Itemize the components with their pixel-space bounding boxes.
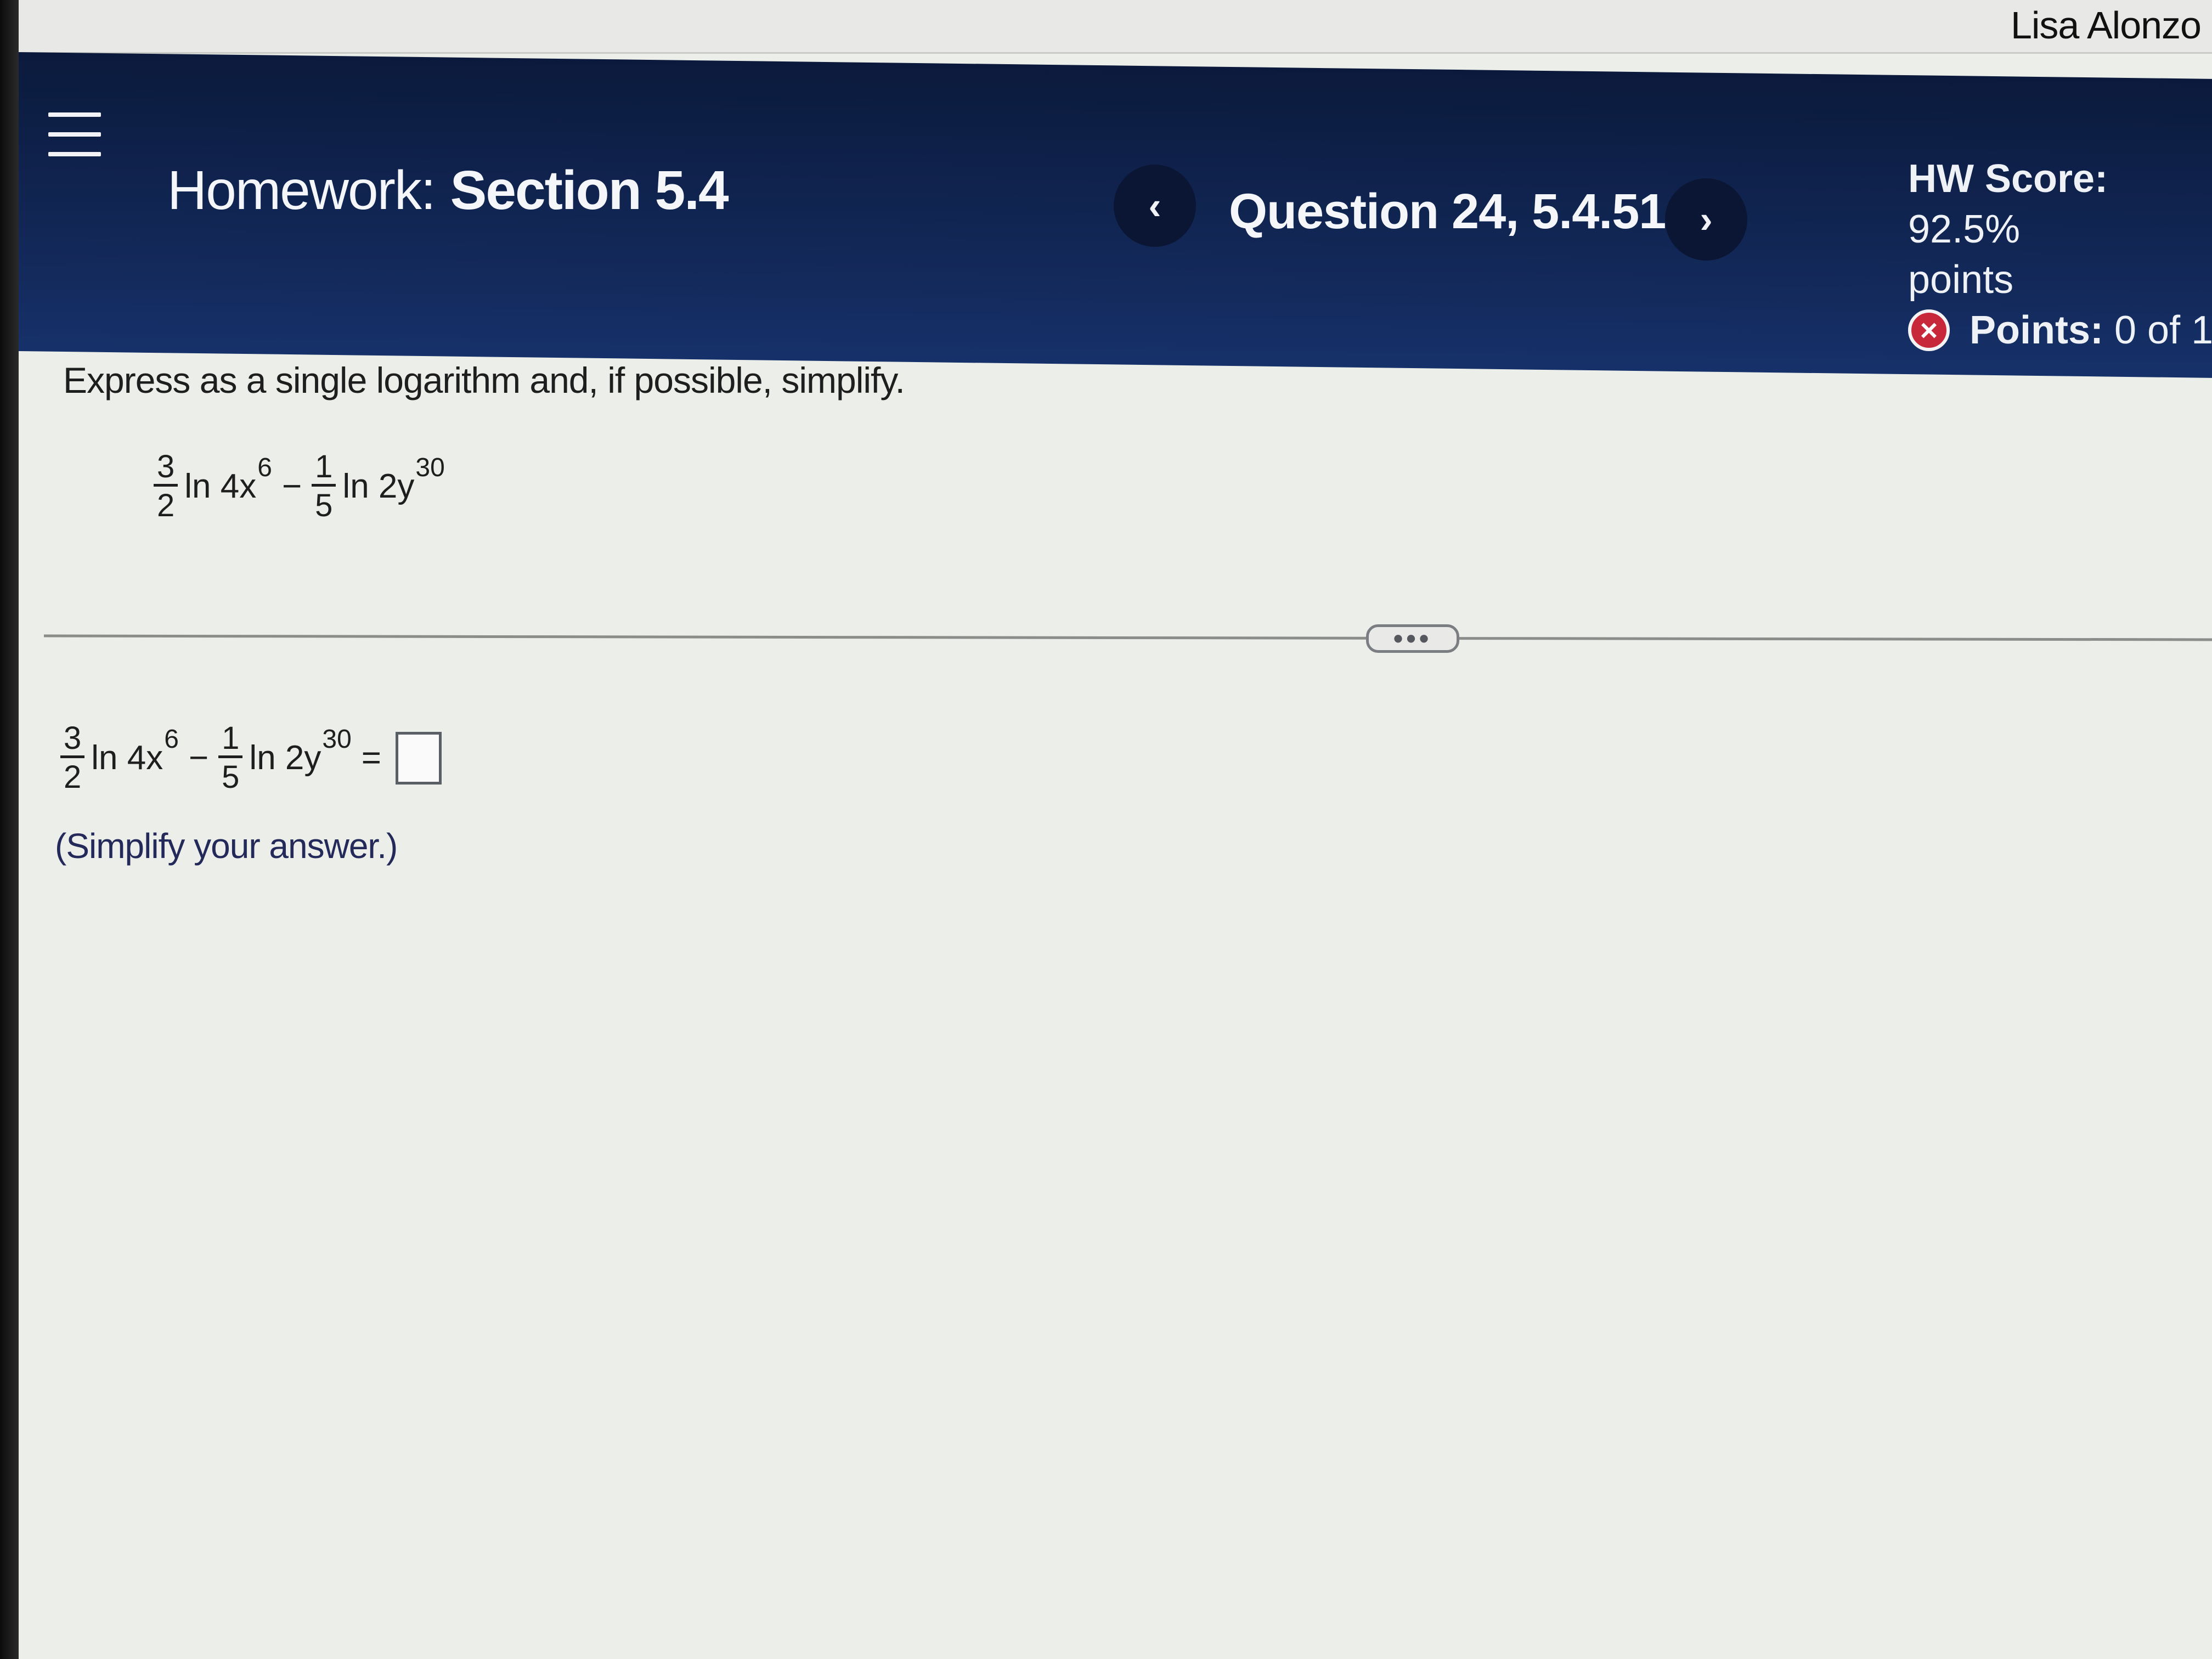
log-term-2: ln 2y 30 xyxy=(249,725,351,777)
fraction-denominator: 5 xyxy=(315,488,333,523)
homework-label: Homework: xyxy=(167,160,436,221)
question-prompt: Express as a single logarithm and, if po… xyxy=(63,360,905,400)
hw-score-value: 92.5% xyxy=(1908,207,2021,251)
equals-sign: = xyxy=(361,739,381,777)
user-name: Lisa Alonzo xyxy=(2010,4,2202,47)
log-argument: ln 2y xyxy=(342,467,415,505)
page-title: Homework: Section 5.4 xyxy=(167,159,729,222)
coefficient-fraction-2: 1 5 xyxy=(312,450,336,523)
score-panel: HW Score: 92.5% points × Points: 0 of 1 xyxy=(1908,154,2212,356)
answer-expression: 3 2 ln 4x 6 − 1 5 ln 2y 30 = xyxy=(60,721,442,794)
exponent: 30 xyxy=(415,453,445,482)
fraction-numerator: 3 xyxy=(154,450,178,487)
chevron-left-icon: ‹ xyxy=(1148,184,1161,227)
points-line: × Points: 0 of 1 xyxy=(1908,305,2212,356)
points-value: 0 of 1 xyxy=(2114,308,2212,352)
log-term-1: ln 4x 6 xyxy=(91,725,179,777)
fraction-numerator: 1 xyxy=(312,450,336,487)
points-word: points xyxy=(1908,258,2014,302)
section-divider xyxy=(43,634,2212,641)
exponent: 6 xyxy=(257,453,272,482)
coefficient-fraction-1: 3 2 xyxy=(154,450,178,523)
fraction-numerator: 1 xyxy=(218,721,243,758)
exponent: 6 xyxy=(164,725,179,754)
screen-bezel xyxy=(0,0,19,1659)
answer-hint: (Simplify your answer.) xyxy=(55,826,398,866)
log-argument: ln 2y xyxy=(249,739,321,777)
incorrect-icon: × xyxy=(1908,309,1950,351)
coefficient-fraction-2: 1 5 xyxy=(218,721,243,795)
chevron-right-icon: › xyxy=(1700,198,1713,241)
points-label: Points: xyxy=(1970,308,2103,352)
fraction-numerator: 3 xyxy=(60,721,85,758)
fraction-denominator: 5 xyxy=(222,759,240,795)
fraction-denominator: 2 xyxy=(157,488,175,523)
next-question-button[interactable]: › xyxy=(1665,178,1747,261)
answer-input[interactable] xyxy=(396,731,442,785)
expand-more-button[interactable]: ••• xyxy=(1366,623,1459,654)
coefficient-fraction-1: 3 2 xyxy=(60,721,85,795)
hw-score-label: HW Score: xyxy=(1908,157,2108,201)
question-expression: 3 2 ln 4x 6 − 1 5 ln 2y 30 xyxy=(154,450,445,523)
fraction-denominator: 2 xyxy=(64,759,82,795)
minus-operator: − xyxy=(281,467,302,505)
question-label: Question 24, 5.4.51 xyxy=(1229,184,1666,239)
log-term-1: ln 4x 6 xyxy=(184,453,272,506)
hamburger-menu-icon[interactable] xyxy=(48,112,101,156)
section-name: Section 5.4 xyxy=(450,160,729,221)
log-argument: ln 4x xyxy=(184,467,257,505)
minus-operator: − xyxy=(188,739,209,777)
log-term-2: ln 2y 30 xyxy=(342,453,444,506)
previous-question-button[interactable]: ‹ xyxy=(1114,165,1196,247)
log-argument: ln 4x xyxy=(91,739,163,777)
hw-score-line: HW Score: 92.5% xyxy=(1908,154,2212,255)
exponent: 30 xyxy=(322,725,352,754)
top-strip: Lisa Alonzo xyxy=(19,0,2212,54)
